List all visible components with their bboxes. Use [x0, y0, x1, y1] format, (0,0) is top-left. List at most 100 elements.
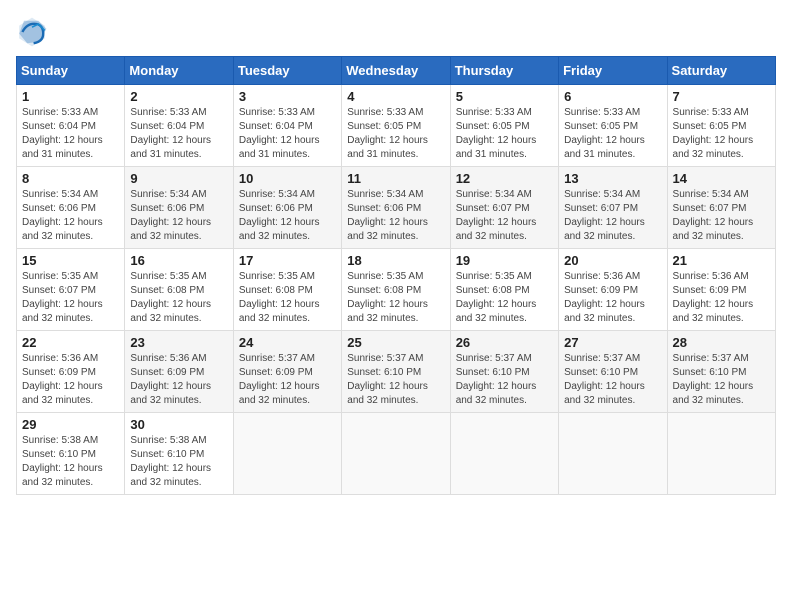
day-number: 27: [564, 335, 661, 350]
calendar-cell: 7Sunrise: 5:33 AMSunset: 6:05 PMDaylight…: [667, 85, 775, 167]
calendar-cell: 6Sunrise: 5:33 AMSunset: 6:05 PMDaylight…: [559, 85, 667, 167]
day-info: Sunrise: 5:36 AMSunset: 6:09 PMDaylight:…: [673, 270, 770, 326]
week-row-1: 1Sunrise: 5:33 AMSunset: 6:04 PMDaylight…: [17, 85, 776, 167]
day-info: Sunrise: 5:36 AMSunset: 6:09 PMDaylight:…: [130, 352, 227, 408]
weekday-header-wednesday: Wednesday: [342, 57, 450, 85]
calendar-cell: 21 Sunrise: 5:36 AMSunset: 6:09 PMDayligh…: [667, 249, 775, 331]
logo: [16, 16, 52, 48]
logo-icon: [16, 16, 48, 48]
day-info: Sunrise: 5:38 AMSunset: 6:10 PMDaylight:…: [130, 434, 227, 490]
day-number: 13: [564, 171, 661, 186]
day-number: 19: [456, 253, 553, 268]
weekday-header-tuesday: Tuesday: [233, 57, 341, 85]
day-number: 16: [130, 253, 227, 268]
day-info: Sunrise: 5:37 AMSunset: 6:10 PMDaylight:…: [673, 352, 770, 408]
day-number: 11: [347, 171, 444, 186]
weekday-header-friday: Friday: [559, 57, 667, 85]
header: [16, 16, 776, 48]
calendar-cell: [233, 413, 341, 495]
day-number: 15: [22, 253, 119, 268]
calendar-cell: 30 Sunrise: 5:38 AMSunset: 6:10 PMDayligh…: [125, 413, 233, 495]
calendar-cell: [342, 413, 450, 495]
weekday-header-saturday: Saturday: [667, 57, 775, 85]
calendar-cell: [450, 413, 558, 495]
day-info: Sunrise: 5:34 AMSunset: 6:07 PMDaylight:…: [456, 188, 553, 244]
calendar-cell: 29 Sunrise: 5:38 AMSunset: 6:10 PMDayligh…: [17, 413, 125, 495]
week-row-5: 29 Sunrise: 5:38 AMSunset: 6:10 PMDayligh…: [17, 413, 776, 495]
day-info: Sunrise: 5:33 AMSunset: 6:04 PMDaylight:…: [22, 106, 119, 162]
day-info: Sunrise: 5:35 AMSunset: 6:08 PMDaylight:…: [239, 270, 336, 326]
calendar-cell: 10 Sunrise: 5:34 AMSunset: 6:06 PMDayligh…: [233, 167, 341, 249]
day-number: 20: [564, 253, 661, 268]
calendar-cell: 8 Sunrise: 5:34 AMSunset: 6:06 PMDaylight…: [17, 167, 125, 249]
calendar-cell: 11 Sunrise: 5:34 AMSunset: 6:06 PMDayligh…: [342, 167, 450, 249]
day-number: 24: [239, 335, 336, 350]
day-number: 10: [239, 171, 336, 186]
calendar-cell: 22 Sunrise: 5:36 AMSunset: 6:09 PMDayligh…: [17, 331, 125, 413]
calendar: SundayMondayTuesdayWednesdayThursdayFrid…: [16, 56, 776, 495]
day-number: 12: [456, 171, 553, 186]
weekday-header-monday: Monday: [125, 57, 233, 85]
day-info: Sunrise: 5:33 AMSunset: 6:04 PMDaylight:…: [130, 106, 227, 162]
weekday-header-row: SundayMondayTuesdayWednesdayThursdayFrid…: [17, 57, 776, 85]
day-info: Sunrise: 5:35 AMSunset: 6:07 PMDaylight:…: [22, 270, 119, 326]
day-number: 5: [456, 89, 553, 104]
day-number: 25: [347, 335, 444, 350]
calendar-cell: 14 Sunrise: 5:34 AMSunset: 6:07 PMDayligh…: [667, 167, 775, 249]
week-row-2: 8 Sunrise: 5:34 AMSunset: 6:06 PMDaylight…: [17, 167, 776, 249]
calendar-cell: 12 Sunrise: 5:34 AMSunset: 6:07 PMDayligh…: [450, 167, 558, 249]
day-number: 7: [673, 89, 770, 104]
day-info: Sunrise: 5:37 AMSunset: 6:10 PMDaylight:…: [347, 352, 444, 408]
calendar-cell: 13 Sunrise: 5:34 AMSunset: 6:07 PMDayligh…: [559, 167, 667, 249]
day-info: Sunrise: 5:34 AMSunset: 6:06 PMDaylight:…: [239, 188, 336, 244]
day-number: 18: [347, 253, 444, 268]
calendar-cell: 3 Sunrise: 5:33 AMSunset: 6:04 PMDaylight…: [233, 85, 341, 167]
day-number: 3: [239, 89, 336, 104]
day-number: 29: [22, 417, 119, 432]
day-info: Sunrise: 5:37 AMSunset: 6:09 PMDaylight:…: [239, 352, 336, 408]
calendar-cell: 17 Sunrise: 5:35 AMSunset: 6:08 PMDayligh…: [233, 249, 341, 331]
day-info: Sunrise: 5:35 AMSunset: 6:08 PMDaylight:…: [130, 270, 227, 326]
day-info: Sunrise: 5:33 AMSunset: 6:05 PMDaylight:…: [456, 106, 553, 162]
calendar-cell: 23 Sunrise: 5:36 AMSunset: 6:09 PMDayligh…: [125, 331, 233, 413]
week-row-4: 22 Sunrise: 5:36 AMSunset: 6:09 PMDayligh…: [17, 331, 776, 413]
day-info: Sunrise: 5:33 AMSunset: 6:05 PMDaylight:…: [564, 106, 661, 162]
day-info: Sunrise: 5:33 AMSunset: 6:04 PMDaylight:…: [239, 106, 336, 162]
day-info: Sunrise: 5:35 AMSunset: 6:08 PMDaylight:…: [347, 270, 444, 326]
calendar-cell: 19Sunrise: 5:35 AMSunset: 6:08 PMDayligh…: [450, 249, 558, 331]
calendar-cell: [667, 413, 775, 495]
day-info: Sunrise: 5:36 AMSunset: 6:09 PMDaylight:…: [22, 352, 119, 408]
day-number: 22: [22, 335, 119, 350]
weekday-header-sunday: Sunday: [17, 57, 125, 85]
day-number: 30: [130, 417, 227, 432]
day-info: Sunrise: 5:37 AMSunset: 6:10 PMDaylight:…: [456, 352, 553, 408]
calendar-cell: 9Sunrise: 5:34 AMSunset: 6:06 PMDaylight…: [125, 167, 233, 249]
day-info: Sunrise: 5:34 AMSunset: 6:06 PMDaylight:…: [22, 188, 119, 244]
day-info: Sunrise: 5:34 AMSunset: 6:07 PMDaylight:…: [564, 188, 661, 244]
weekday-header-thursday: Thursday: [450, 57, 558, 85]
calendar-cell: 27 Sunrise: 5:37 AMSunset: 6:10 PMDayligh…: [559, 331, 667, 413]
calendar-cell: 26 Sunrise: 5:37 AMSunset: 6:10 PMDayligh…: [450, 331, 558, 413]
day-number: 17: [239, 253, 336, 268]
day-number: 21: [673, 253, 770, 268]
day-info: Sunrise: 5:34 AMSunset: 6:07 PMDaylight:…: [673, 188, 770, 244]
calendar-cell: 18 Sunrise: 5:35 AMSunset: 6:08 PMDayligh…: [342, 249, 450, 331]
calendar-cell: [559, 413, 667, 495]
calendar-cell: 28 Sunrise: 5:37 AMSunset: 6:10 PMDayligh…: [667, 331, 775, 413]
calendar-cell: 2 Sunrise: 5:33 AMSunset: 6:04 PMDaylight…: [125, 85, 233, 167]
day-info: Sunrise: 5:37 AMSunset: 6:10 PMDaylight:…: [564, 352, 661, 408]
day-number: 23: [130, 335, 227, 350]
day-number: 26: [456, 335, 553, 350]
day-number: 4: [347, 89, 444, 104]
week-row-3: 15 Sunrise: 5:35 AMSunset: 6:07 PMDayligh…: [17, 249, 776, 331]
day-number: 28: [673, 335, 770, 350]
day-info: Sunrise: 5:34 AMSunset: 6:06 PMDaylight:…: [347, 188, 444, 244]
day-number: 8: [22, 171, 119, 186]
calendar-cell: 25 Sunrise: 5:37 AMSunset: 6:10 PMDayligh…: [342, 331, 450, 413]
day-info: Sunrise: 5:34 AMSunset: 6:06 PMDaylight:…: [130, 188, 227, 244]
day-number: 14: [673, 171, 770, 186]
day-info: Sunrise: 5:33 AMSunset: 6:05 PMDaylight:…: [347, 106, 444, 162]
day-number: 2: [130, 89, 227, 104]
day-info: Sunrise: 5:38 AMSunset: 6:10 PMDaylight:…: [22, 434, 119, 490]
calendar-cell: 15 Sunrise: 5:35 AMSunset: 6:07 PMDayligh…: [17, 249, 125, 331]
